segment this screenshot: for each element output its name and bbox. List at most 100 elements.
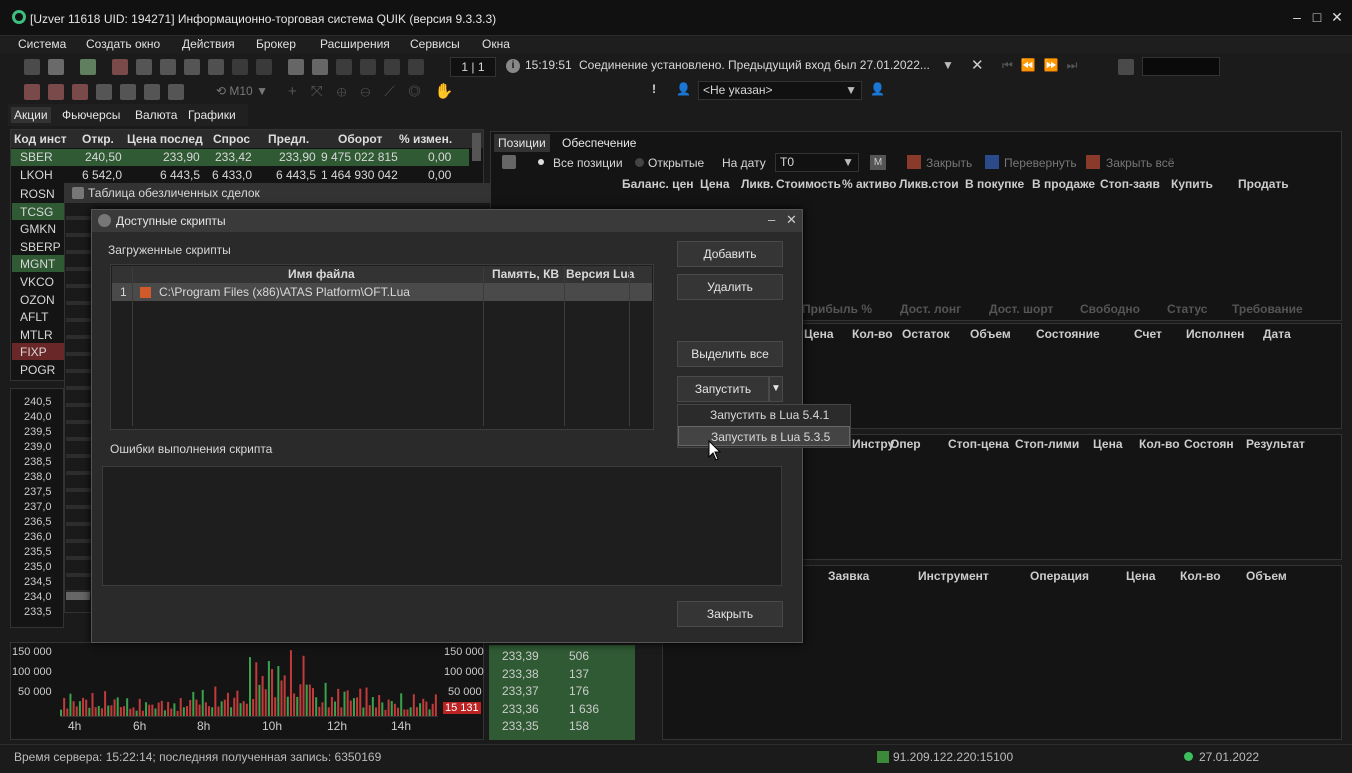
stop-orders-col[interactable]: Инстру — [852, 437, 894, 451]
radio-open[interactable] — [635, 158, 644, 167]
menu-system[interactable]: Система — [18, 37, 66, 51]
orders-col[interactable]: Остаток — [902, 327, 950, 341]
tab-futures[interactable]: Фьючерсы — [59, 107, 123, 123]
menu-extensions[interactable]: Расширения — [320, 37, 390, 51]
close-all-button[interactable]: Закрыть всё — [1106, 156, 1174, 170]
positions-col[interactable]: Ликв.стои — [899, 177, 959, 191]
orders-col[interactable]: Кол-во — [852, 327, 893, 341]
reverse-position-icon[interactable] — [985, 155, 999, 169]
tab-charts[interactable]: Графики — [185, 107, 239, 123]
stop-orders-col[interactable]: Опер — [890, 437, 921, 451]
menu-services[interactable]: Сервисы — [410, 37, 460, 51]
quotes-col-turnover[interactable]: Оборот — [338, 132, 382, 146]
filter-open-label[interactable]: Открытые — [648, 156, 704, 170]
buy-icon[interactable] — [336, 59, 352, 75]
new-window-icon[interactable] — [80, 59, 96, 75]
chart-tools-icon[interactable]: +⤧⊕⊖⟋◎✋ — [288, 82, 467, 100]
tab-collateral[interactable]: Обеспечение — [558, 134, 640, 152]
money-icon[interactable] — [120, 84, 136, 100]
positions-col[interactable]: Купить — [1171, 177, 1213, 191]
reverse-position-button[interactable]: Перевернуть — [1004, 156, 1077, 170]
menu-windows[interactable]: Окна — [482, 37, 510, 51]
radio-all-selected[interactable] — [538, 159, 544, 165]
alerts-icon[interactable] — [312, 59, 328, 75]
deals-col[interactable]: Цена — [1126, 569, 1156, 583]
quotes-col-last[interactable]: Цена послед — [127, 132, 203, 146]
menu-create-window[interactable]: Создать окно — [86, 37, 160, 51]
maximize-icon[interactable]: □ — [1308, 8, 1326, 26]
col-memory[interactable]: Память, КВ — [492, 267, 559, 281]
edit-icon[interactable] — [48, 59, 64, 75]
deals-col[interactable]: Объем — [1246, 569, 1287, 583]
quotes-col-code[interactable]: Код инст — [14, 132, 67, 146]
dialog-minimize-icon[interactable]: – — [768, 212, 775, 227]
list-icon[interactable] — [160, 59, 176, 75]
clear-message-icon[interactable]: ✕ — [971, 56, 984, 74]
close-position-icon[interactable] — [907, 155, 921, 169]
sell-icon[interactable] — [360, 59, 376, 75]
message-nav-icon[interactable]: ⏮⏪⏩⏭ — [1002, 58, 1085, 73]
col-filename[interactable]: Имя файла — [288, 267, 355, 281]
stop-orders-col[interactable]: Состоян — [1184, 437, 1234, 451]
cancel-icon[interactable] — [384, 59, 400, 75]
table2-icon[interactable] — [136, 59, 152, 75]
quotes-scrollbar[interactable] — [472, 133, 481, 161]
trades-icon[interactable] — [48, 84, 64, 100]
portfolio-icon[interactable] — [184, 59, 200, 75]
positions-col[interactable]: В продаже — [1032, 177, 1095, 191]
select-all-button[interactable]: Выделить все — [677, 341, 783, 367]
trades-scrollbar[interactable] — [66, 592, 90, 600]
menu-actions[interactable]: Действия — [182, 37, 235, 51]
add-button[interactable]: Добавить — [677, 241, 783, 267]
stop-orders-col[interactable]: Стоп-лими — [1015, 437, 1079, 451]
orders-table-icon[interactable] — [72, 84, 88, 100]
tab-currency[interactable]: Валюта — [132, 107, 180, 123]
menu-item-lua535[interactable]: Запустить в Lua 5.3.5 — [678, 426, 850, 446]
interval-select[interactable]: ⟲ M10 ▼ — [216, 84, 268, 98]
orders-col[interactable]: Цена — [804, 327, 834, 341]
stop-orders-col[interactable]: Стоп-цена — [948, 437, 1009, 451]
stop-orders-col[interactable]: Кол-во — [1139, 437, 1180, 451]
table-icon[interactable] — [112, 59, 128, 75]
stop-orders-col[interactable]: Результат — [1246, 437, 1305, 451]
minimize-icon[interactable]: – — [1288, 8, 1306, 26]
m-button[interactable]: M — [870, 155, 886, 170]
positions-col[interactable]: Баланс. цен — [622, 177, 693, 191]
quotes-col-change[interactable]: % измен. — [399, 132, 452, 146]
stop-orders-col[interactable]: Цена — [1093, 437, 1123, 451]
orders-icon[interactable] — [208, 59, 224, 75]
tab-positions[interactable]: Позиции — [494, 134, 550, 152]
run-dropdown-icon[interactable]: ▼ — [769, 376, 783, 402]
positions-col[interactable]: % активо — [842, 177, 897, 191]
reverse-icon[interactable] — [408, 59, 424, 75]
dialog-close-icon[interactable]: ✕ — [786, 212, 797, 228]
close-position-button[interactable]: Закрыть — [926, 156, 972, 170]
pencil-icon[interactable] — [24, 59, 40, 75]
search-input[interactable] — [1142, 57, 1220, 76]
orders-col[interactable]: Состояние — [1036, 327, 1100, 341]
briefcase-icon[interactable] — [144, 84, 160, 100]
close-button[interactable]: Закрыть — [677, 601, 783, 627]
errors-textarea[interactable] — [102, 466, 782, 586]
search-icon[interactable] — [1118, 59, 1134, 75]
run-button[interactable]: Запустить — [677, 376, 769, 402]
quotes-icon[interactable] — [24, 84, 40, 100]
col-lua-version[interactable]: Версия Lua — [566, 267, 634, 281]
positions-col[interactable]: Ликв. — [741, 177, 774, 191]
date-select[interactable]: T0 ▼ — [775, 153, 859, 172]
deals-col[interactable]: Кол-во — [1180, 569, 1221, 583]
deals-col[interactable]: Операция — [1030, 569, 1089, 583]
positions-col[interactable]: В покупке — [965, 177, 1024, 191]
quotes-col-bid[interactable]: Спрос — [213, 132, 250, 146]
orders-col[interactable]: Счет — [1134, 327, 1162, 341]
deals-col[interactable]: Заявка — [828, 569, 869, 583]
orders-col[interactable]: Исполнен — [1186, 327, 1244, 341]
settings-icon[interactable] — [168, 84, 184, 100]
refresh-icon[interactable] — [502, 155, 516, 169]
menu-item-lua541[interactable]: Запустить в Lua 5.4.1 — [678, 405, 850, 425]
delete-button[interactable]: Удалить — [677, 274, 783, 300]
positions-col[interactable]: Продать — [1238, 177, 1289, 191]
positions-col[interactable]: Стоп-заяв — [1100, 177, 1160, 191]
deals-col[interactable]: Инструмент — [918, 569, 989, 583]
orders-col[interactable]: Дата — [1263, 327, 1291, 341]
